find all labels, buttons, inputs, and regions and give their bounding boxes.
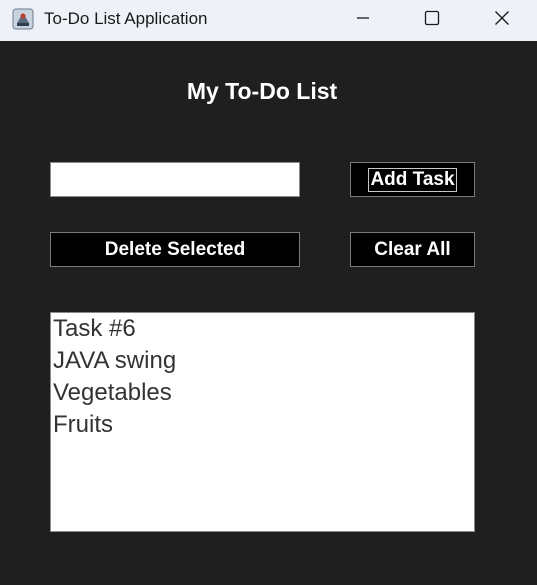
java-app-icon [12, 8, 34, 30]
close-icon [494, 10, 510, 31]
add-task-button-label: Add Task [368, 167, 457, 192]
task-list[interactable]: Task #6 JAVA swing Vegetables Fruits [50, 312, 475, 532]
clear-all-button-label: Clear All [374, 238, 451, 260]
add-task-button[interactable]: Add Task [350, 162, 475, 197]
delete-selected-button[interactable]: Delete Selected [50, 232, 300, 267]
task-list-item[interactable]: Task #6 [51, 313, 474, 345]
task-list-item[interactable]: JAVA swing [51, 345, 474, 377]
title-bar[interactable]: To-Do List Application [0, 0, 537, 41]
minimize-icon [355, 10, 371, 31]
task-input[interactable] [50, 162, 300, 197]
task-list-item[interactable]: Vegetables [51, 377, 474, 409]
maximize-icon [424, 10, 440, 31]
close-button[interactable] [468, 0, 536, 41]
clear-all-button[interactable]: Clear All [350, 232, 475, 267]
maximize-button[interactable] [398, 0, 466, 41]
app-window: To-Do List Application My To-Do List Add… [0, 0, 537, 585]
minimize-button[interactable] [329, 0, 397, 41]
task-list-item[interactable]: Fruits [51, 409, 474, 441]
page-title: My To-Do List [186, 78, 338, 104]
delete-selected-button-label: Delete Selected [104, 238, 246, 260]
window-title: To-Do List Application [44, 9, 208, 28]
